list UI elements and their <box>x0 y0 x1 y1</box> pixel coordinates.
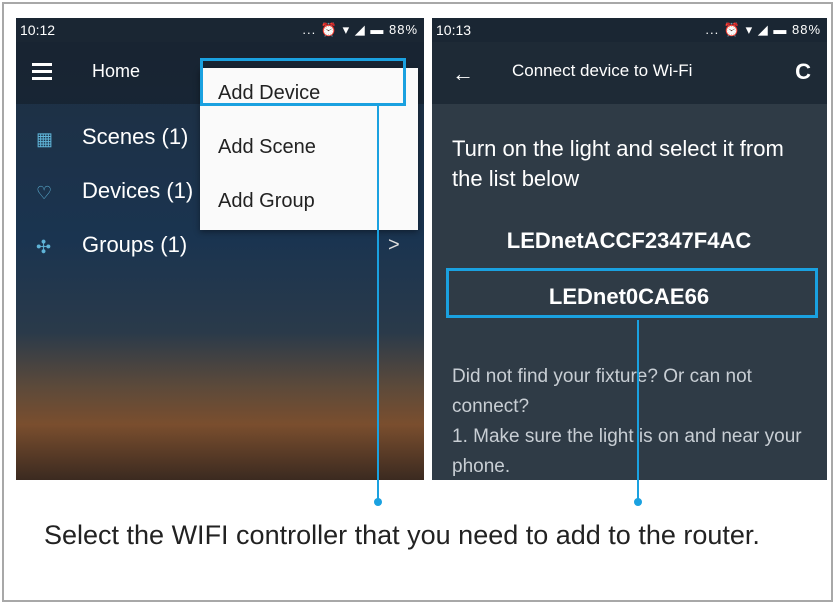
home-screen: 10:12 ... ⏰ ▾ ◢ ▬ 88% Home ▦ Scenes (1) … <box>16 18 424 480</box>
status-icons: ... ⏰ ▾ ◢ ▬ 88% <box>705 22 821 37</box>
figure-frame: 10:12 ... ⏰ ▾ ◢ ▬ 88% Home ▦ Scenes (1) … <box>2 2 833 602</box>
connector-dot-right <box>634 498 642 506</box>
add-device-highlight <box>200 58 406 106</box>
list-item-label: Scenes (1) <box>82 124 189 149</box>
menu-item-label: Add Scene <box>218 136 316 158</box>
status-bar: 10:13 ... ⏰ ▾ ◢ ▬ 88% <box>432 18 827 42</box>
status-time: 10:12 <box>20 22 56 38</box>
help-text: Did not find your fixture? Or can not co… <box>452 366 802 477</box>
page-title: Home <box>92 61 141 81</box>
connector-line-left <box>377 104 379 502</box>
app-bar: ← Connect device to Wi-Fi C <box>432 42 827 104</box>
connector-dot-left <box>374 498 382 506</box>
status-bar: 10:12 ... ⏰ ▾ ◢ ▬ 88% <box>16 18 424 42</box>
menu-item-add-scene[interactable]: Add Scene <box>200 122 418 176</box>
status-icons: ... ⏰ ▾ ◢ ▬ 88% <box>302 22 418 37</box>
groups-icon: ✣ <box>36 237 52 257</box>
chevron-right-icon: > <box>388 234 400 256</box>
instruction-text: Turn on the light and select it from the… <box>452 136 784 191</box>
scenes-icon: ▦ <box>36 129 54 149</box>
bulb-icon: ♡ <box>36 183 53 203</box>
page-title: Connect device to Wi-Fi <box>512 61 693 80</box>
sidebar-item-groups[interactable]: ✣ Groups (1) > <box>16 222 424 276</box>
list-item-label: Groups (1) <box>82 232 188 257</box>
menu-icon[interactable] <box>32 63 52 80</box>
status-time: 10:13 <box>436 22 472 38</box>
device-highlight <box>446 268 818 318</box>
device-list-item[interactable]: LEDnetACCF2347F4AC <box>448 228 810 254</box>
caption-text: Select the WIFI controller that you need… <box>44 520 760 550</box>
refresh-icon[interactable]: C <box>795 59 811 85</box>
connector-line-right <box>637 320 639 502</box>
back-arrow-icon[interactable]: ← <box>452 61 474 87</box>
menu-item-add-group[interactable]: Add Group <box>200 176 418 230</box>
menu-item-label: Add Group <box>218 190 315 212</box>
connect-wifi-screen: 10:13 ... ⏰ ▾ ◢ ▬ 88% ← Connect device t… <box>432 18 827 480</box>
list-item-label: Devices (1) <box>82 178 194 203</box>
